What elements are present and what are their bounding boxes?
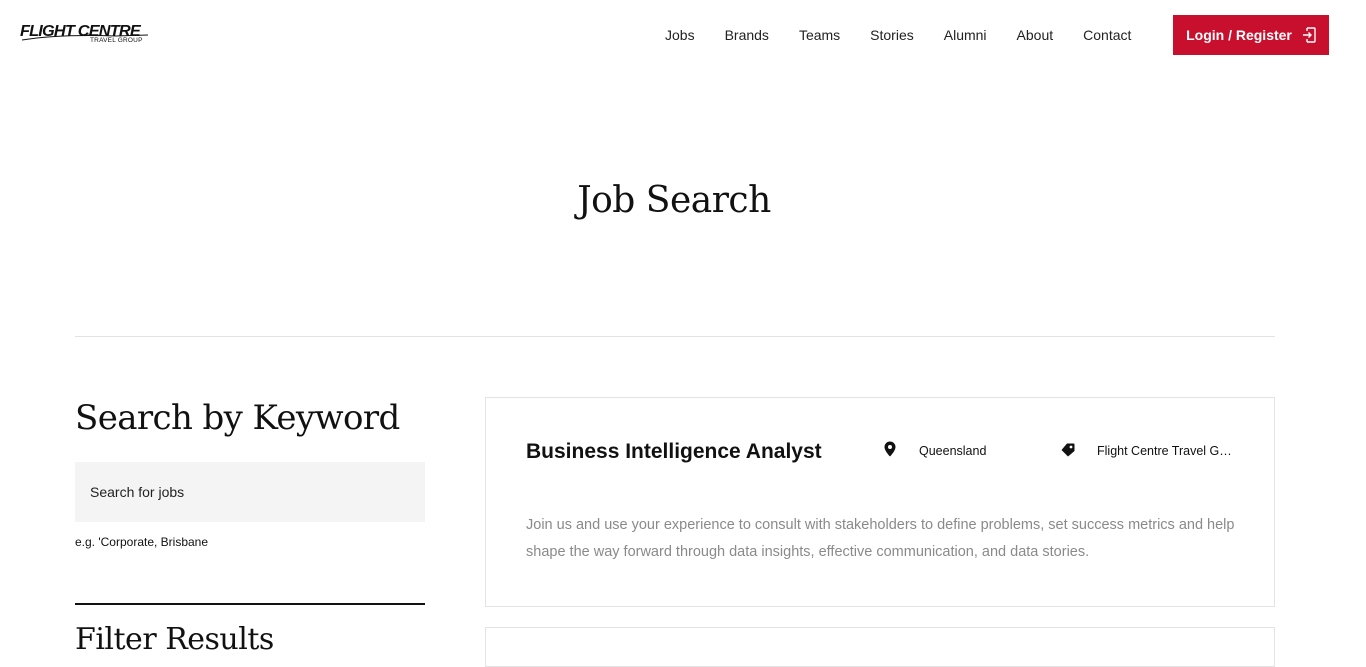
login-register-button[interactable]: Login / Register	[1173, 15, 1329, 55]
flight-centre-logo[interactable]: FLIGHT CENTRE TRAVEL GROUP	[20, 24, 152, 48]
job-brand: Flight Centre Travel Group	[1061, 442, 1232, 458]
search-sidebar: Search by Keyword e.g. 'Corporate, Brisb…	[75, 396, 425, 657]
job-brand-text: Flight Centre Travel Group	[1097, 444, 1232, 458]
page-title: Job Search	[577, 180, 771, 221]
nav-item-brands[interactable]: Brands	[710, 0, 784, 70]
login-door-icon	[1302, 27, 1316, 43]
nav-item-jobs[interactable]: Jobs	[650, 0, 710, 70]
job-card[interactable]	[485, 627, 1275, 667]
job-location-text: Queensland	[919, 444, 987, 458]
nav-item-stories[interactable]: Stories	[855, 0, 929, 70]
login-register-label: Login / Register	[1186, 27, 1292, 43]
job-title[interactable]: Business Intelligence Analyst	[526, 440, 822, 464]
main-nav: Jobs Brands Teams Stories Alumni About C…	[650, 0, 1146, 70]
tag-icon	[1061, 443, 1075, 457]
job-search-input[interactable]	[75, 462, 425, 522]
job-description: Join us and use your experience to consu…	[526, 517, 1235, 560]
logo-subtitle: TRAVEL GROUP	[90, 37, 143, 44]
site-header: FLIGHT CENTRE TRAVEL GROUP Jobs Brands T…	[0, 0, 1366, 70]
nav-item-teams[interactable]: Teams	[784, 0, 855, 70]
sidebar-divider	[75, 603, 425, 605]
map-pin-icon	[884, 441, 896, 457]
job-card[interactable]: Business Intelligence Analyst Queensland…	[485, 397, 1275, 607]
section-divider	[75, 336, 1275, 337]
nav-item-alumni[interactable]: Alumni	[929, 0, 1002, 70]
nav-item-about[interactable]: About	[1002, 0, 1069, 70]
search-hint-text: e.g. 'Corporate, Brisbane	[75, 535, 209, 549]
job-location: Queensland	[884, 440, 986, 458]
search-by-keyword-heading: Search by Keyword	[75, 398, 400, 438]
nav-item-contact[interactable]: Contact	[1068, 0, 1146, 70]
filter-results-heading: Filter Results	[75, 622, 274, 657]
